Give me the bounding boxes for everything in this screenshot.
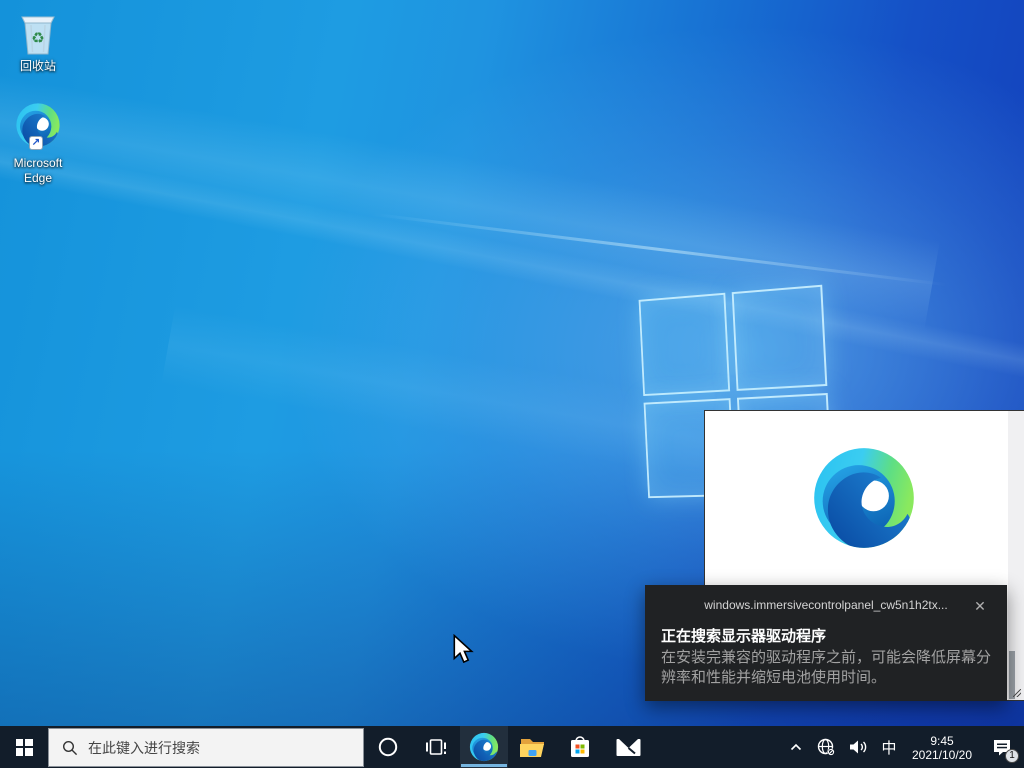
icon-label: 回收站	[0, 59, 76, 74]
taskbar-edge-button[interactable]	[460, 726, 508, 768]
task-view-icon	[425, 736, 447, 758]
tray-show-hidden-icons-button[interactable]	[782, 726, 810, 768]
edge-logo-icon	[811, 445, 917, 551]
action-center-button[interactable]: 1	[980, 726, 1024, 768]
desktop-icon-microsoft-edge[interactable]: ↗ Microsoft Edge	[0, 102, 76, 186]
toast-body-text: 在安装完兼容的驱动程序之前，可能会降低屏幕分辨率和性能并缩短电池使用时间。	[661, 648, 991, 688]
desktop-icon-recycle-bin[interactable]: ♻ 回收站	[0, 10, 76, 74]
speaker-icon	[848, 738, 868, 756]
tray-network-button[interactable]	[810, 726, 842, 768]
taskbar-mail-button[interactable]	[604, 726, 652, 768]
taskbar-search-box[interactable]	[48, 728, 364, 767]
search-input[interactable]	[88, 740, 353, 756]
chevron-up-icon	[788, 739, 804, 755]
notification-toast[interactable]: windows.immersivecontrolpanel_cw5n1h2tx.…	[645, 585, 1007, 701]
taskbar-spacer	[652, 726, 782, 768]
clock-date: 2021/10/20	[912, 748, 972, 762]
tray-volume-button[interactable]	[842, 726, 874, 768]
resize-grip[interactable]	[1013, 689, 1021, 697]
search-icon	[62, 740, 78, 756]
microsoft-store-icon	[567, 733, 593, 761]
windows-start-icon	[16, 739, 33, 756]
notification-count-badge: 1	[1005, 749, 1019, 763]
toast-header: windows.immersivecontrolpanel_cw5n1h2tx.…	[645, 585, 1007, 625]
toast-close-button[interactable]: ✕	[971, 597, 989, 615]
light-beam	[372, 213, 948, 287]
icon-label: Microsoft Edge	[0, 156, 76, 186]
light-beam	[0, 131, 1024, 378]
toast-title: 正在搜索显示器驱动程序	[661, 627, 991, 647]
mail-icon	[615, 737, 642, 758]
clock-time: 9:45	[912, 734, 972, 748]
cortana-icon	[377, 736, 399, 758]
taskbar-file-explorer-button[interactable]	[508, 726, 556, 768]
window-scrollbar[interactable]	[1008, 411, 1024, 700]
taskbar: 中 9:45 2021/10/20 1	[0, 726, 1024, 768]
desktop-screen: ♻ 回收站 ↗ Microsoft Edge windows.immersive…	[0, 0, 1024, 768]
start-button[interactable]	[0, 726, 48, 768]
toast-app-name: windows.immersivecontrolpanel_cw5n1h2tx.…	[704, 598, 947, 612]
tray-clock[interactable]: 9:45 2021/10/20	[904, 726, 980, 768]
file-explorer-icon	[519, 736, 546, 758]
edge-logo-icon	[469, 732, 499, 762]
shortcut-arrow-icon: ↗	[29, 136, 43, 150]
tray-ime-indicator[interactable]: 中	[874, 726, 904, 768]
logo-pane	[639, 293, 730, 396]
globe-no-internet-icon	[816, 737, 836, 757]
task-view-button[interactable]	[412, 726, 460, 768]
active-app-indicator	[461, 764, 507, 767]
taskbar-store-button[interactable]	[556, 726, 604, 768]
recycle-bin-icon: ♻	[18, 10, 58, 56]
svg-text:♻: ♻	[31, 30, 44, 47]
logo-pane	[731, 285, 827, 391]
cortana-button[interactable]	[364, 726, 412, 768]
